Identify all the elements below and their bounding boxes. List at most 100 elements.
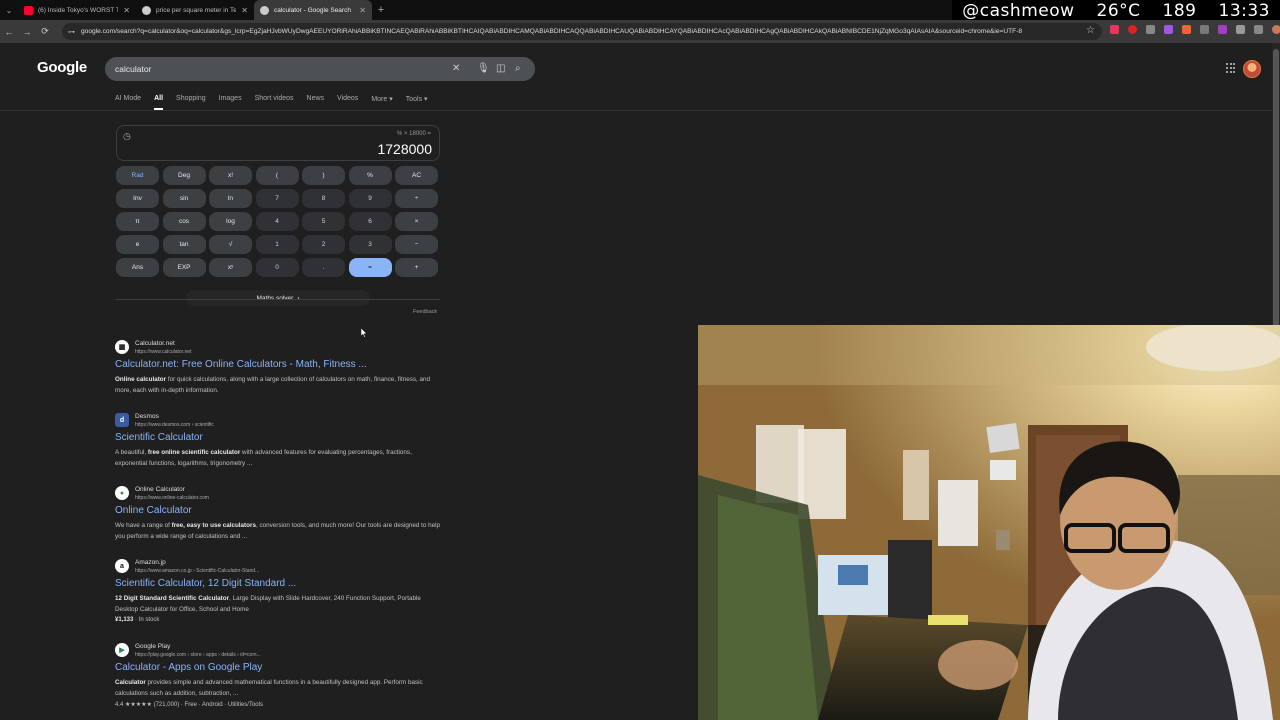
tab-videos[interactable]: Videos [337, 95, 358, 110]
search-input[interactable] [115, 64, 435, 74]
webcam-image [698, 325, 1280, 720]
tab-images[interactable]: Images [219, 95, 242, 110]
key-4[interactable]: 4 [255, 212, 299, 231]
key-7[interactable]: 7 [255, 189, 299, 208]
key-sin[interactable]: sin [162, 189, 206, 208]
google-logo[interactable]: Google [37, 59, 87, 76]
key-factorial[interactable]: x! [209, 166, 252, 185]
search-box[interactable]: ✕ 🎙 ◫ ⌕ [105, 57, 535, 81]
result-url: https://www.calculator.net [135, 349, 192, 355]
scrollbar-thumb[interactable] [1273, 49, 1279, 329]
tab-all[interactable]: All [154, 95, 164, 110]
calculator-net-favicon-icon: ▦ [115, 340, 129, 354]
forward-icon[interactable]: → [18, 27, 36, 37]
close-tab-icon[interactable]: ✕ [359, 6, 366, 15]
result-snippet: Calculator provides simple and advanced … [115, 679, 423, 697]
key-rad[interactable]: Rad [116, 166, 159, 185]
tab-news[interactable]: News [307, 95, 325, 110]
tab-short-videos[interactable]: Short videos [255, 95, 294, 110]
key-log[interactable]: log [209, 212, 252, 231]
result-site-name: Calculator.net [135, 340, 175, 347]
extension-icon[interactable] [1110, 25, 1119, 34]
key-tan[interactable]: tan [162, 235, 206, 254]
result-title-link[interactable]: Scientific Calculator, 12 Digit Standard… [115, 578, 296, 589]
tab-tools[interactable]: Tools ▾ [406, 95, 428, 110]
key-power[interactable]: xʸ [209, 258, 252, 277]
key-deg[interactable]: Deg [162, 166, 206, 185]
feedback-link[interactable]: Feedback [413, 309, 437, 315]
calculator-result: 1728000 [377, 141, 432, 157]
chevron-right-icon: › [297, 294, 300, 302]
amazon-favicon-icon: a [115, 559, 129, 573]
bookmark-star-icon[interactable]: ☆ [1086, 25, 1095, 36]
search-icon[interactable]: ⌕ [515, 63, 521, 74]
tab-calculator-search[interactable]: calculator - Google Search ✕ [254, 0, 372, 20]
clear-icon[interactable]: ✕ [452, 63, 460, 74]
key-add[interactable]: + [395, 258, 438, 277]
extension-icon[interactable] [1182, 25, 1191, 34]
tab-more[interactable]: More ▾ [371, 95, 392, 110]
key-inv[interactable]: Inv [116, 189, 159, 208]
key-clear[interactable]: AC [395, 166, 438, 185]
key-decimal[interactable]: . [302, 258, 345, 277]
tab-shopping[interactable]: Shopping [176, 95, 206, 110]
key-ans[interactable]: Ans [116, 258, 159, 277]
back-icon[interactable]: ← [0, 27, 18, 37]
key-cos[interactable]: cos [162, 212, 206, 231]
reload-icon[interactable]: ⟳ [36, 26, 54, 37]
close-tab-icon[interactable]: ✕ [241, 6, 248, 15]
media-icon[interactable] [1254, 25, 1263, 34]
extension-icon[interactable] [1146, 25, 1155, 34]
nav-divider [0, 110, 1272, 111]
tab-youtube[interactable]: (6) Inside Tokyo's WORST TINY ✕ [18, 0, 136, 20]
new-tab-button[interactable]: + [372, 4, 390, 16]
key-9[interactable]: 9 [348, 189, 392, 208]
key-equals[interactable]: = [348, 258, 392, 277]
browser-window: { "tabs": [ {"title": "(6) Inside Tokyo'… [0, 0, 1280, 720]
key-3[interactable]: 3 [348, 235, 392, 254]
puzzle-icon[interactable] [1236, 25, 1245, 34]
history-icon[interactable]: ◷ [123, 131, 131, 142]
result-title-link[interactable]: Scientific Calculator [115, 432, 203, 443]
key-subtract[interactable]: − [395, 235, 438, 254]
result-url: https://www.desmos.com › scientific [135, 422, 214, 428]
youtube-icon [24, 5, 33, 15]
address-bar[interactable]: ⊶ google.com/search?q=calculator&oq=calc… [62, 23, 1102, 40]
key-divide[interactable]: ÷ [395, 189, 438, 208]
extension-icon[interactable] [1164, 25, 1173, 34]
tab-price-search[interactable]: price per square meter in Tel A ✕ [136, 0, 254, 20]
tab-search-icon[interactable]: ⌄ [0, 0, 18, 20]
key-ln[interactable]: ln [209, 189, 252, 208]
profile-icon[interactable] [1272, 25, 1280, 34]
result-title-link[interactable]: Calculator - Apps on Google Play [115, 662, 262, 673]
key-sqrt[interactable]: √ [209, 235, 252, 254]
key-1[interactable]: 1 [255, 235, 299, 254]
key-pi[interactable]: π [116, 212, 159, 231]
key-6[interactable]: 6 [348, 212, 392, 231]
key-2[interactable]: 2 [302, 235, 345, 254]
key-percent[interactable]: % [348, 166, 392, 185]
key-close-paren[interactable]: ) [302, 166, 345, 185]
key-multiply[interactable]: × [395, 212, 438, 231]
key-open-paren[interactable]: ( [255, 166, 299, 185]
extension-icon[interactable] [1218, 25, 1227, 34]
account-avatar[interactable] [1243, 60, 1261, 78]
maths-solver-button[interactable]: Maths solver › [186, 290, 370, 306]
key-exp[interactable]: EXP [162, 258, 206, 277]
site-info-icon[interactable]: ⊶ [68, 28, 75, 36]
key-0[interactable]: 0 [255, 258, 299, 277]
extensions-bar: ⋮ [1110, 24, 1280, 35]
result-title-link[interactable]: Online Calculator [115, 505, 192, 516]
voice-search-icon[interactable]: 🎙 [477, 63, 490, 74]
key-5[interactable]: 5 [302, 212, 345, 231]
key-8[interactable]: 8 [302, 189, 345, 208]
google-apps-icon[interactable] [1226, 63, 1236, 73]
key-e[interactable]: e [116, 235, 159, 254]
close-tab-icon[interactable]: ✕ [123, 6, 130, 15]
extension-icon[interactable] [1200, 25, 1209, 34]
result-title-link[interactable]: Calculator.net: Free Online Calculators … [115, 359, 367, 370]
calculator-expression: % × 18000 = [396, 131, 431, 137]
extension-icon[interactable] [1128, 25, 1137, 34]
tab-ai-mode[interactable]: AI Mode [115, 95, 141, 110]
lens-icon[interactable]: ◫ [496, 63, 505, 74]
